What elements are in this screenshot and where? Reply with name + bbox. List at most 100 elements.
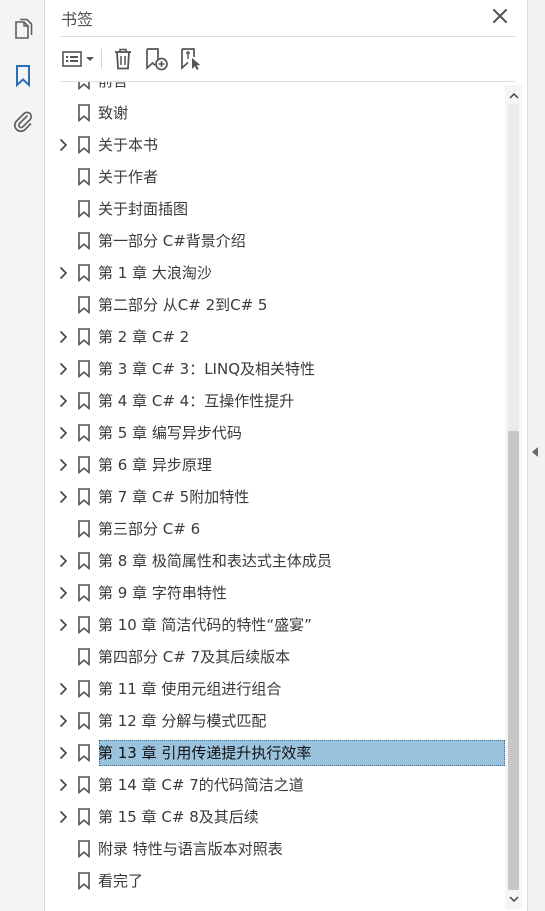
bookmark-icon xyxy=(77,360,91,379)
bookmark-icon xyxy=(77,456,91,475)
bookmark-item[interactable]: 第 5 章 编写异步代码 xyxy=(46,417,507,449)
vertical-scrollbar[interactable] xyxy=(505,85,522,909)
bookmark-icon xyxy=(77,616,91,635)
right-pane-strip xyxy=(527,0,545,911)
bookmark-icon xyxy=(77,82,91,91)
bookmark-label: 第 10 章 简洁代码的特性“盛宴” xyxy=(98,616,312,634)
expand-chevron-icon[interactable] xyxy=(56,330,70,344)
panel-header: 书签 xyxy=(46,0,527,36)
expand-chevron-icon[interactable] xyxy=(56,714,70,728)
bookmark-label: 看完了 xyxy=(98,872,144,890)
new-bookmark-button[interactable] xyxy=(143,45,171,73)
bookmark-item[interactable]: 第 4 章 C# 4：互操作性提升 xyxy=(46,385,507,417)
bookmark-item[interactable]: 第四部分 C# 7及其后续版本 xyxy=(46,641,507,673)
bookmark-item[interactable]: 附录 特性与语言版本对照表 xyxy=(46,833,507,865)
bookmark-icon xyxy=(77,392,91,411)
expand-chevron-icon[interactable] xyxy=(56,138,70,152)
bookmark-tree: 前言致谢关于本书关于作者关于封面插图第一部分 C#背景介绍第 1 章 大浪淘沙第… xyxy=(46,82,507,911)
bookmark-icon[interactable] xyxy=(10,63,36,89)
bookmark-item[interactable]: 第 8 章 极简属性和表达式主体成员 xyxy=(46,545,507,577)
close-icon xyxy=(493,9,507,23)
bookmark-from-selection-button[interactable] xyxy=(178,45,206,73)
bookmark-icon xyxy=(77,296,91,315)
bookmark-item[interactable]: 第 7 章 C# 5附加特性 xyxy=(46,481,507,513)
bookmark-icon xyxy=(77,424,91,443)
bookmark-item[interactable]: 第 6 章 异步原理 xyxy=(46,449,507,481)
expand-chevron-icon[interactable] xyxy=(56,554,70,568)
bookmark-label: 关于作者 xyxy=(98,168,159,186)
bookmark-label: 第 13 章 引用传递提升执行效率 xyxy=(98,744,312,762)
bookmark-label: 第二部分 从C# 2到C# 5 xyxy=(98,296,268,314)
bookmark-item[interactable]: 第 14 章 C# 7的代码简洁之道 xyxy=(46,769,507,801)
bookmark-item[interactable]: 第 15 章 C# 8及其后续 xyxy=(46,801,507,833)
bookmark-label: 第 4 章 C# 4：互操作性提升 xyxy=(98,392,295,410)
bookmark-item[interactable]: 第 3 章 C# 3：LINQ及相关特性 xyxy=(46,353,507,385)
bookmark-label: 第 1 章 大浪淘沙 xyxy=(98,264,212,282)
bookmark-label: 第四部分 C# 7及其后续版本 xyxy=(98,648,291,666)
expand-chevron-icon[interactable] xyxy=(56,362,70,376)
bookmark-icon xyxy=(77,776,91,795)
bookmark-item[interactable]: 关于封面插图 xyxy=(46,193,507,225)
expand-chevron-icon[interactable] xyxy=(56,778,70,792)
close-panel-button[interactable] xyxy=(489,5,511,27)
bookmark-item[interactable]: 关于本书 xyxy=(46,129,507,161)
bookmark-icon xyxy=(77,168,91,187)
attachment-icon[interactable] xyxy=(10,109,36,135)
bookmark-icon xyxy=(77,104,91,123)
navigation-rail xyxy=(0,0,45,911)
bookmark-item[interactable]: 第 13 章 引用传递提升执行效率 xyxy=(46,737,507,769)
bookmark-label: 第一部分 C#背景介绍 xyxy=(98,232,246,250)
bookmark-item[interactable]: 第 12 章 分解与模式匹配 xyxy=(46,705,507,737)
options-menu-button[interactable] xyxy=(60,45,98,73)
bookmark-item[interactable]: 关于作者 xyxy=(46,161,507,193)
expand-pane-icon[interactable] xyxy=(532,447,538,457)
toolbar-separator xyxy=(101,49,102,69)
scroll-down-button[interactable] xyxy=(505,890,522,907)
bookmark-label: 关于封面插图 xyxy=(98,200,189,218)
bookmark-icon xyxy=(77,136,91,155)
bookmark-icon xyxy=(77,232,91,251)
delete-bookmark-button[interactable] xyxy=(110,45,136,73)
bookmark-label: 致谢 xyxy=(98,104,129,122)
expand-chevron-icon[interactable] xyxy=(56,458,70,472)
bookmark-label: 第 8 章 极简属性和表达式主体成员 xyxy=(98,552,332,570)
bookmark-label: 前言 xyxy=(98,82,128,91)
bookmark-icon xyxy=(77,264,91,283)
options-menu-icon xyxy=(62,51,94,67)
bookmark-label: 第三部分 C# 6 xyxy=(98,520,201,538)
bookmark-item[interactable]: 第 9 章 字符串特性 xyxy=(46,577,507,609)
bookmark-label: 第 5 章 编写异步代码 xyxy=(98,424,242,442)
bookmark-item[interactable]: 前言 xyxy=(46,82,507,97)
bookmark-icon xyxy=(77,648,91,667)
bookmark-icon xyxy=(77,872,91,891)
bookmark-item[interactable]: 第一部分 C#背景介绍 xyxy=(46,225,507,257)
bookmark-list: 前言致谢关于本书关于作者关于封面插图第一部分 C#背景介绍第 1 章 大浪淘沙第… xyxy=(46,82,507,897)
bookmark-item[interactable]: 看完了 xyxy=(46,865,507,897)
expand-chevron-icon[interactable] xyxy=(56,810,70,824)
bookmark-item[interactable]: 第 10 章 简洁代码的特性“盛宴” xyxy=(46,609,507,641)
bookmark-item[interactable]: 第三部分 C# 6 xyxy=(46,513,507,545)
bookmark-item[interactable]: 第 1 章 大浪淘沙 xyxy=(46,257,507,289)
bookmark-from-selection-icon xyxy=(181,48,201,70)
expand-chevron-icon[interactable] xyxy=(56,266,70,280)
bookmark-label: 第 11 章 使用元组进行组合 xyxy=(98,680,282,698)
bookmark-item[interactable]: 第 11 章 使用元组进行组合 xyxy=(46,673,507,705)
expand-chevron-icon[interactable] xyxy=(56,426,70,440)
expand-chevron-icon[interactable] xyxy=(56,394,70,408)
expand-chevron-icon[interactable] xyxy=(56,618,70,632)
bookmark-label: 第 2 章 C# 2 xyxy=(98,328,190,346)
expand-chevron-icon[interactable] xyxy=(56,746,70,760)
bookmark-label: 第 7 章 C# 5附加特性 xyxy=(98,488,250,506)
expand-chevron-icon[interactable] xyxy=(56,682,70,696)
expand-chevron-icon[interactable] xyxy=(56,586,70,600)
pages-icon[interactable] xyxy=(10,17,36,43)
delete-bookmark-icon xyxy=(115,48,131,70)
bookmark-icon xyxy=(77,552,91,571)
bookmark-icon xyxy=(77,840,91,859)
bookmark-item[interactable]: 第二部分 从C# 2到C# 5 xyxy=(46,289,507,321)
bookmark-item[interactable]: 第 2 章 C# 2 xyxy=(46,321,507,353)
expand-chevron-icon[interactable] xyxy=(56,490,70,504)
scroll-up-button[interactable] xyxy=(505,87,522,104)
bookmark-item[interactable]: 致谢 xyxy=(46,97,507,129)
scroll-thumb[interactable] xyxy=(508,431,519,890)
